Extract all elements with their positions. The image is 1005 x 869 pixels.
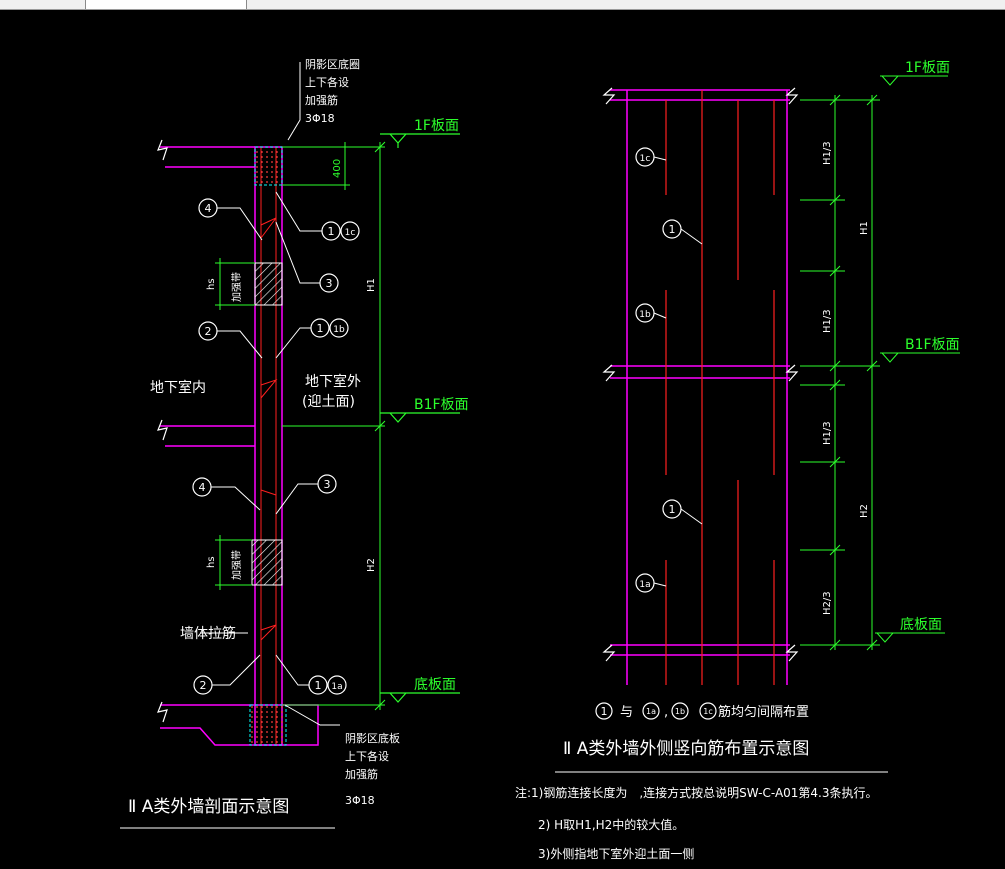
hs-top: hs xyxy=(206,278,217,290)
wall xyxy=(249,146,287,746)
top-note-line1: 阴影区底圈 xyxy=(305,57,360,71)
drawing-tab[interactable] xyxy=(85,0,247,9)
elev-level-1f: 1F板面 xyxy=(905,60,950,76)
elevation-breaks xyxy=(602,87,799,662)
elev-bubble-1-top: 1 xyxy=(669,223,676,236)
bottom-note: 阴影区底板 上下各设 加强筋 3Φ18 xyxy=(284,704,400,807)
bottom-note-line3: 加强筋 xyxy=(345,767,378,781)
elev-dim-h1-3-a: H1/3 xyxy=(822,141,833,165)
vertical-rebars xyxy=(665,90,775,685)
top-note-line4: 3Φ18 xyxy=(305,112,335,125)
elev-bubble-1a: 1a xyxy=(639,580,650,590)
elev-dim-h1-3-b: H1/3 xyxy=(822,309,833,333)
bubble-3-top: 3 xyxy=(326,277,333,290)
elev-bubble-1b: 1b xyxy=(639,310,651,320)
note-3: 3)外侧指地下室外迎土面一侧 xyxy=(538,846,694,861)
tab-bar xyxy=(0,0,1005,10)
label-wall-tie: 墙体拉筋 xyxy=(180,625,236,642)
section-view: 阴影区底圈 上下各设 加强筋 3Φ18 1F板面 B1F板面 底板面 400 H… xyxy=(120,57,469,829)
note-2: 2) H取H1,H2中的较大值。 xyxy=(538,817,684,832)
note-1: 注:1)钢筋连接长度为 ,连接方式按总说明SW-C-A01第4.3条执行。 xyxy=(515,785,878,800)
legend-b1c: 1c xyxy=(703,707,713,716)
section-levels xyxy=(380,133,460,703)
bottom-note-line4: 3Φ18 xyxy=(345,794,375,807)
elev-bubble-1-bottom: 1 xyxy=(669,503,676,516)
elev-level-bottom: 底板面 xyxy=(900,617,942,633)
top-note: 阴影区底圈 上下各设 加强筋 3Φ18 xyxy=(287,57,360,141)
bubble-4-bottom: 4 xyxy=(199,481,206,494)
label-outside-1: 地下室外 xyxy=(305,373,361,390)
bubble-1-bottom: 1 xyxy=(315,679,322,692)
bubble-4-top: 4 xyxy=(205,202,212,215)
break-marks xyxy=(157,139,168,723)
level-1f-label: 1F板面 xyxy=(414,118,459,134)
jqd-bottom: 加强带 xyxy=(231,550,243,580)
dim-h1: H1 xyxy=(366,278,377,292)
elevation-title: Ⅱ A类外墙外侧竖向筋布置示意图 xyxy=(563,739,809,759)
hs-bottom: hs xyxy=(206,556,217,568)
notes: 注:1)钢筋连接长度为 ,连接方式按总说明SW-C-A01第4.3条执行。 2)… xyxy=(515,785,878,861)
bubble-1b: 1b xyxy=(333,325,345,335)
elevation-view: 1F板面 B1F板面 底板面 H1/3 H1 H1/3 H1/3 H2 H2/3… xyxy=(555,60,960,773)
elev-dim-h2-3: H2/3 xyxy=(822,591,833,615)
top-note-line2: 上下各设 xyxy=(305,75,349,89)
bubble-2-top: 2 xyxy=(205,325,212,338)
section-title: Ⅱ A类外墙剖面示意图 xyxy=(128,797,289,817)
elev-leaders xyxy=(653,156,703,587)
level-bottom-label: 底板面 xyxy=(414,677,456,693)
elev-dim-h1-3-c: H1/3 xyxy=(822,421,833,445)
cad-drawing: 阴影区底圈 上下各设 加强筋 3Φ18 1F板面 B1F板面 底板面 400 H… xyxy=(120,57,960,861)
elev-dim-h2: H2 xyxy=(859,504,870,518)
elevation-outline xyxy=(610,89,790,685)
elev-legend: 1 与 1a , 1b 1c 筋均匀间隔布置 xyxy=(595,702,809,720)
legend-b1a: 1a xyxy=(646,707,656,716)
dim-h2: H2 xyxy=(366,558,377,572)
elev-dim-h1: H1 xyxy=(859,221,870,235)
legend-comma: , xyxy=(664,705,668,720)
label-outside-2: (迎土面) xyxy=(302,394,355,410)
bubble-1-top: 1 xyxy=(328,225,335,238)
bubble-1a: 1a xyxy=(331,682,342,692)
bubble-1c: 1c xyxy=(345,228,356,238)
legend-and: 与 xyxy=(620,705,633,720)
bottom-note-line2: 上下各设 xyxy=(345,749,389,763)
dim-400: 400 xyxy=(332,159,343,178)
bubble-3-bottom: 3 xyxy=(324,478,331,491)
elev-bubbles xyxy=(635,147,682,593)
legend-text: 筋均匀间隔布置 xyxy=(718,704,809,720)
bottom-note-line1: 阴影区底板 xyxy=(345,731,400,745)
legend-b1: 1 xyxy=(601,705,608,718)
slabs xyxy=(160,146,319,746)
elev-level-b1f: B1F板面 xyxy=(905,337,960,353)
elev-bubble-1c: 1c xyxy=(640,154,651,164)
jqd-top: 加强带 xyxy=(231,272,243,302)
level-b1f-label: B1F板面 xyxy=(414,397,469,413)
bubble-1-mid: 1 xyxy=(317,322,324,335)
top-note-line3: 加强筋 xyxy=(305,93,338,107)
legend-b1b: 1b xyxy=(675,707,685,716)
label-inside: 地下室内 xyxy=(150,379,206,396)
bubble-2-bottom: 2 xyxy=(200,679,207,692)
